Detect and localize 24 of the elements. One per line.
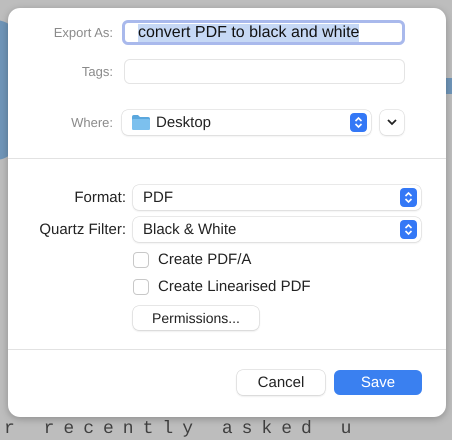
checkbox[interactable] [133, 278, 149, 294]
stepper-icon [350, 113, 367, 132]
format-popup[interactable]: PDF [133, 185, 421, 210]
field-label: Format: [73, 189, 126, 206]
field-label: Tags: [80, 64, 113, 79]
tags-field[interactable] [124, 59, 405, 84]
stepper-icon [400, 188, 417, 207]
permissions-button[interactable]: Permissions... [133, 306, 259, 330]
expand-button[interactable] [380, 110, 404, 135]
field-label: Quartz Filter: [38, 221, 126, 238]
filename-field[interactable]: convert PDF to black and white [122, 20, 405, 45]
field-label: Export As: [52, 25, 113, 40]
save-button[interactable]: Save [334, 370, 422, 395]
checkbox-label: Create Linearised PDF [158, 278, 311, 295]
location-popup[interactable]: Desktop [122, 110, 371, 135]
stepper-icon [400, 220, 417, 239]
chevron-icon [387, 119, 397, 126]
checkbox-label: Create PDF/A [158, 251, 252, 268]
field-label: Where: [70, 115, 113, 130]
background-text: r recently asked u [4, 419, 360, 439]
filter-popup[interactable]: Black & White [133, 217, 421, 242]
folder-icon [132, 115, 150, 130]
cancel-button[interactable]: Cancel [237, 370, 325, 395]
checkbox[interactable] [133, 252, 149, 268]
